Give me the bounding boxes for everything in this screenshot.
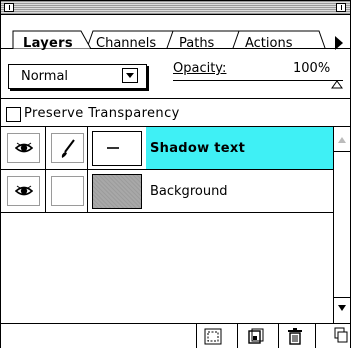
opacity-label[interactable]: Opacity: (173, 62, 226, 76)
layer-name-cell[interactable]: Background (146, 170, 333, 212)
palette-bottom-toolbar (1, 323, 350, 348)
paintbrush-icon (61, 139, 75, 158)
eye-icon (15, 142, 33, 153)
tab-actions[interactable]: Actions (245, 37, 293, 51)
link-toggle[interactable] (51, 176, 84, 206)
divider (196, 324, 197, 348)
layer-name-cell[interactable]: Shadow text (146, 127, 333, 169)
divider (278, 324, 279, 348)
divider (45, 127, 46, 169)
tab-paths[interactable]: Paths (179, 37, 214, 51)
divider (87, 170, 88, 212)
divider (334, 297, 350, 298)
layer-controls (1, 127, 84, 169)
layer-name: Shadow text (150, 141, 246, 156)
layers-palette-window: Layers Channels Paths Actions Normal Opa… (0, 0, 351, 348)
eye-icon (15, 185, 33, 196)
scroll-down-icon[interactable] (338, 305, 346, 311)
layer-controls (1, 170, 84, 212)
selection-to-mask-icon[interactable] (204, 328, 222, 345)
resize-grip-icon[interactable] (334, 327, 348, 345)
tab-layers[interactable]: Layers (23, 37, 73, 51)
chevron-down-icon (122, 68, 138, 83)
tab-channels[interactable]: Channels (96, 37, 156, 51)
visibility-toggle[interactable] (7, 176, 40, 206)
layer-row[interactable]: Shadow text (1, 127, 333, 170)
layer-thumbnail (92, 131, 142, 166)
trash-icon[interactable] (287, 328, 303, 345)
slider-thumb-icon (331, 80, 343, 89)
opacity-slider[interactable] (173, 79, 343, 89)
close-box[interactable] (4, 3, 14, 12)
layer-row[interactable]: Background (1, 170, 333, 213)
divider (237, 324, 238, 348)
visibility-toggle[interactable] (7, 133, 40, 163)
divider (334, 151, 350, 152)
divider (45, 170, 46, 212)
blend-mode-select[interactable]: Normal (8, 64, 147, 89)
divider (87, 127, 88, 169)
divider (1, 98, 350, 99)
triangle-right-icon[interactable] (335, 36, 343, 50)
layer-thumbnail (92, 174, 142, 209)
divider (315, 324, 316, 348)
layer-name: Background (150, 184, 228, 199)
new-layer-icon[interactable] (248, 328, 264, 345)
blend-mode-value: Normal (21, 69, 69, 84)
palette-title-bar[interactable] (1, 1, 350, 15)
palette-tabs: Layers Channels Paths Actions (1, 16, 350, 51)
scroll-up-icon[interactable] (338, 137, 346, 143)
link-toggle[interactable] (51, 133, 84, 163)
collapse-box[interactable] (336, 3, 346, 12)
layers-scrollbar[interactable] (333, 127, 350, 323)
preserve-transparency-checkbox[interactable] (6, 107, 21, 122)
preserve-transparency-label[interactable]: Preserve Transparency (24, 106, 180, 122)
opacity-value: 100% (293, 61, 331, 76)
layers-list: Shadow text Background (1, 127, 333, 323)
